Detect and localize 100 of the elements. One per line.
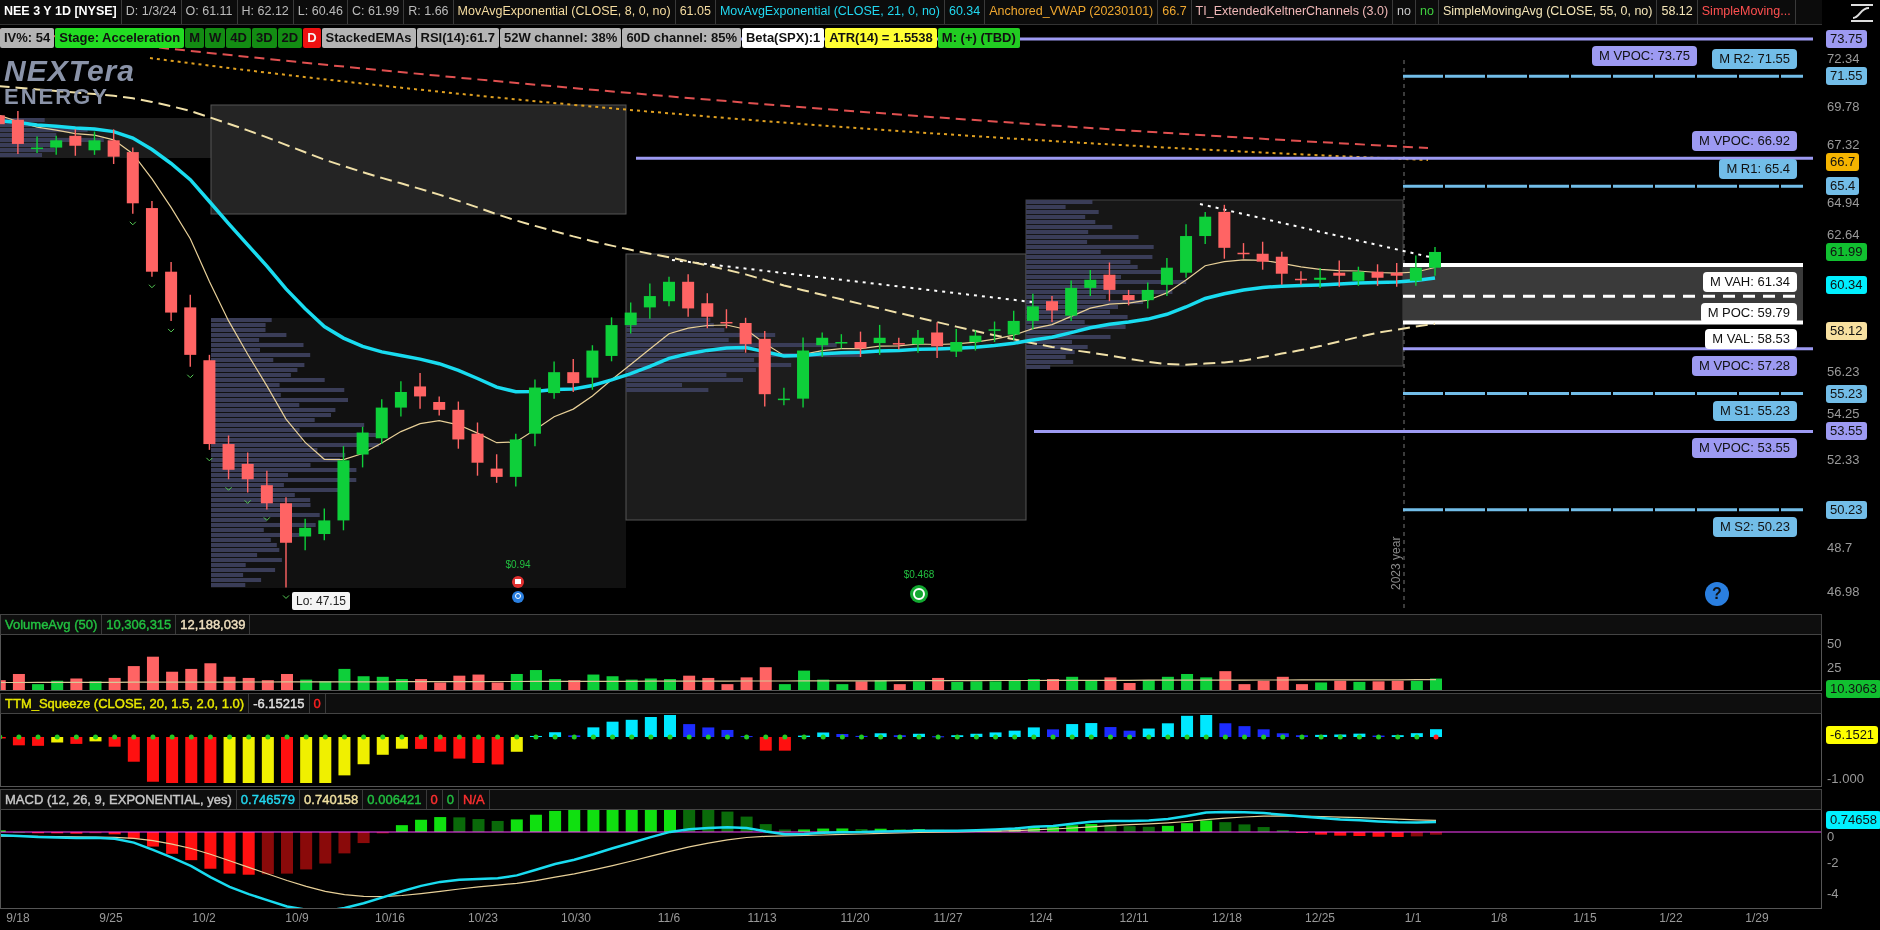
date-label: 11/27 — [933, 910, 963, 926]
study-legend: 58.12 — [1657, 0, 1698, 24]
study-legend: 12,188,039 — [176, 615, 251, 634]
symbol-label[interactable]: NEE 3 Y 1D [NYSE] — [0, 0, 122, 24]
axis-label: 46.98 — [1827, 584, 1860, 599]
date-label: 10/2 — [191, 910, 217, 926]
study-legend: TTM_Squeeze (CLOSE, 20, 1.5, 2.0, 1.0) — [1, 694, 250, 713]
level-label: M S1: 55.23 — [1712, 400, 1797, 421]
quote-field: L: 60.46 — [293, 0, 348, 24]
axis-label: 64.94 — [1827, 196, 1860, 211]
coin-icon — [910, 585, 928, 603]
indicator-badge: 3D — [251, 28, 277, 48]
level-label: M S2: 50.23 — [1712, 516, 1797, 537]
price-tag: 0.74658 — [1826, 811, 1880, 830]
price-tag: 50.23 — [1826, 500, 1867, 519]
axis-label: -4 — [1827, 887, 1839, 901]
price-tag: 55.23 — [1826, 384, 1867, 403]
axis-label: 0 — [1827, 830, 1835, 845]
price-tag: 71.55 — [1826, 67, 1867, 86]
study-legend: no — [1393, 0, 1416, 24]
date-label: 10/16 — [375, 910, 405, 926]
level-label: M VPOC: 57.28 — [1691, 355, 1797, 376]
dividend-label: $0.468 — [902, 568, 936, 582]
date-label: 11/20 — [840, 910, 870, 926]
study-legend: -6.15215 — [249, 694, 310, 713]
study-legend: N/A — [459, 790, 490, 809]
study-legend: 61.05 — [675, 0, 716, 24]
date-label: 1/29 — [1744, 910, 1770, 926]
indicator-badge: 2D — [277, 28, 303, 48]
study-legend: 0 — [309, 694, 326, 713]
price-tag: -6.1521 — [1826, 726, 1879, 744]
date-label: 10/23 — [468, 910, 498, 926]
study-legend: SimpleMoving... — [1697, 0, 1796, 24]
indicator-badge: 52W channel: 38% — [499, 28, 622, 48]
dividend-label: $0.94 — [504, 558, 532, 572]
axis-label: 25 — [1827, 660, 1842, 675]
indicator-badge: 60D channel: 85% — [622, 28, 741, 48]
price-tag: 10.3063 — [1826, 680, 1880, 699]
date-label: 12/18 — [1212, 910, 1242, 926]
logo: NEXTera ENERGY — [4, 56, 135, 108]
price-tag: 58.12 — [1826, 322, 1867, 340]
date-label: 11/6 — [656, 910, 682, 926]
study-legend: 10,306,315 — [102, 615, 177, 634]
level-label: M VAL: 58.53 — [1705, 329, 1797, 350]
date-label: 9/25 — [98, 910, 124, 926]
quote-field: H: 62.12 — [237, 0, 294, 24]
study-legend: VolumeAvg (50) — [1, 615, 103, 634]
price-tag: 53.55 — [1826, 422, 1867, 441]
quote-field: D: 1/3/24 — [121, 0, 182, 24]
axis-label: -2 — [1827, 856, 1839, 870]
indicator-badge: RSI(14):61.7 — [416, 28, 499, 48]
axis-label: 72.34 — [1827, 52, 1860, 67]
price-tag: 73.75 — [1826, 30, 1867, 48]
level-label: M R2: 71.55 — [1712, 49, 1797, 70]
study-legend: 0.006421 — [363, 790, 427, 809]
indicator-badge: W — [205, 28, 226, 48]
study-legend: 0.740158 — [300, 790, 364, 809]
study-legend: 66.7 — [1158, 0, 1192, 24]
axis-label: 50 — [1827, 637, 1842, 651]
axis-label: 69.78 — [1827, 99, 1860, 114]
study-legend: no — [1416, 0, 1439, 24]
price-tag: 60.34 — [1826, 276, 1867, 295]
study-legend: 0.746579 — [236, 790, 301, 809]
indicator-badge: D — [303, 28, 321, 48]
price-tag: 61.99 — [1826, 242, 1867, 261]
date-label: 9/18 — [5, 910, 31, 926]
study-legend: TI_ExtendedKeltnerChannels (3.0) — [1191, 0, 1394, 24]
date-label: 12/11 — [1119, 910, 1149, 926]
indicator-badge: 4D — [226, 28, 251, 48]
date-label: 1/22 — [1658, 910, 1684, 926]
study-legend: 0 — [426, 790, 443, 809]
date-label: 12/4 — [1028, 910, 1054, 926]
axis-label: -1.000 — [1827, 772, 1864, 786]
level-label: M VAH: 61.34 — [1703, 271, 1797, 292]
quote-field: C: 61.99 — [348, 0, 405, 24]
date-label: 10/9 — [284, 910, 310, 926]
date-label: 1/15 — [1572, 910, 1598, 926]
study-legend: MovAvgExponential (CLOSE, 8, 0, no) — [453, 0, 676, 24]
axis-label: 54.25 — [1827, 407, 1860, 422]
level-label: M POC: 59.79 — [1700, 303, 1797, 324]
indicator-badge: IV%: 54 — [0, 28, 55, 48]
level-label: M R1: 65.4 — [1719, 159, 1797, 180]
chart-style-icon[interactable] — [1848, 1, 1876, 23]
date-label: 10/30 — [561, 910, 591, 926]
level-label: M VPOC: 66.92 — [1691, 131, 1797, 152]
study-legend: 0 — [442, 790, 460, 809]
study-legend: 60.34 — [944, 0, 986, 24]
axis-label: 67.32 — [1827, 138, 1860, 153]
study-legend: MACD (12, 26, 9, EXPONENTIAL, yes) — [1, 790, 237, 809]
quote-field: R: 1.66 — [404, 0, 454, 24]
date-label: 1/8 — [1489, 910, 1509, 926]
axis-label: 52.33 — [1827, 452, 1860, 467]
quote-field: O: 61.11 — [181, 0, 238, 24]
indicator-badge: Stage: Acceleration — [55, 28, 185, 48]
help-button[interactable]: ? — [1705, 582, 1729, 606]
study-legend: Anchored_VWAP (20230101) — [985, 0, 1159, 24]
study-legend: SimpleMovingAvg (CLOSE, 55, 0, no) — [1438, 0, 1658, 24]
indicator-badge: Beta(SPX):1 — [741, 28, 825, 48]
low-label: Lo: 47.15 — [292, 592, 351, 610]
axis-label: 62.64 — [1827, 227, 1860, 242]
